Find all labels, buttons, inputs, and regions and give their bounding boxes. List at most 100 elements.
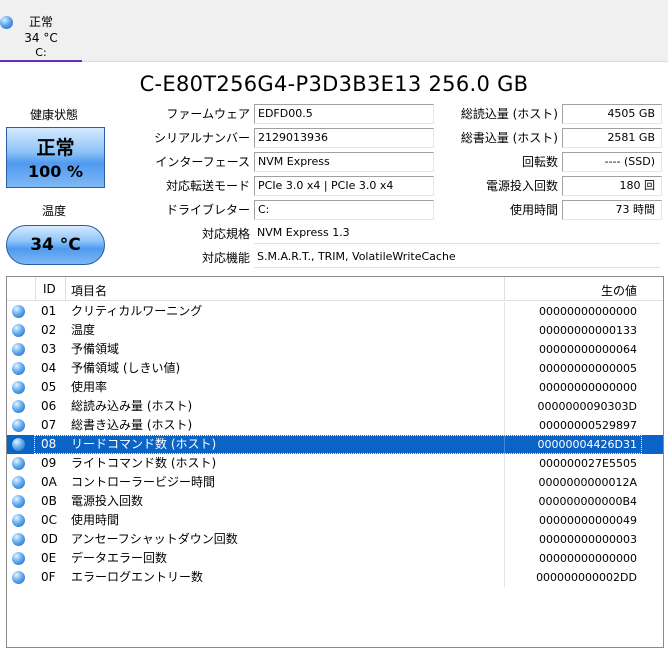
table-row[interactable]: 0F エラーログエントリー数 000000000002DD <box>7 568 663 587</box>
drive-tab-temperature: 34 °C <box>24 31 58 45</box>
interface-value: NVM Express <box>254 152 434 172</box>
interface-label: インターフェース <box>155 155 250 169</box>
drive-letter-value: C: <box>254 200 434 220</box>
row-id: 08 <box>41 437 57 451</box>
table-row[interactable]: 01 クリティカルワーニング 00000000000000 <box>7 302 663 321</box>
row-raw-value: 00000000000000 <box>539 305 637 318</box>
column-header-name[interactable]: 項目名 <box>71 282 107 299</box>
active-tab-indicator <box>0 60 82 62</box>
row-divider <box>504 359 505 378</box>
row-raw-value: 00000004426D31 <box>537 438 637 451</box>
row-divider <box>504 321 505 340</box>
health-status-text: 正常 <box>36 137 75 159</box>
status-dot-icon <box>12 419 25 432</box>
rotation-value: ---- (SSD) <box>562 152 662 172</box>
row-name: ライトコマンド数 (ホスト) <box>71 456 217 470</box>
column-divider <box>35 277 36 301</box>
transfer-mode-label: 対応転送モード <box>165 179 250 193</box>
table-row[interactable]: 0E データエラー回数 00000000000000 <box>7 549 663 568</box>
power-on-count-label: 電源投入回数 <box>485 179 558 193</box>
smart-attribute-table[interactable]: ID 項目名 生の値 01 クリティカルワーニング 00000000000000… <box>6 276 664 648</box>
row-name: 使用時間 <box>71 513 120 527</box>
total-write-label: 総書込量 (ホスト) <box>460 131 558 145</box>
table-row[interactable]: 04 予備領域 (しきい値) 00000000000005 <box>7 359 663 378</box>
column-divider <box>65 277 66 301</box>
health-percent: 100 % <box>28 162 83 181</box>
total-read-label: 総読込量 (ホスト) <box>460 107 558 121</box>
row-id: 06 <box>41 399 57 413</box>
health-status-button[interactable]: 正常 100 % <box>6 127 105 188</box>
status-dot-icon <box>12 362 25 375</box>
row-id: 0C <box>41 513 58 527</box>
row-raw-value: 000000000002DD <box>536 571 637 584</box>
temperature-value[interactable]: 34 °C <box>6 225 105 265</box>
status-dot-icon <box>12 552 25 565</box>
row-divider <box>504 416 505 435</box>
status-dot-icon <box>12 438 25 451</box>
row-id: 0B <box>41 494 57 508</box>
row-name: リードコマンド数 (ホスト) <box>71 437 217 451</box>
table-header: ID 項目名 生の値 <box>7 277 663 301</box>
standard-value: NVM Express 1.3 <box>254 224 660 244</box>
row-name: 予備領域 (しきい値) <box>71 361 181 375</box>
row-name: 総読み込み量 (ホスト) <box>71 399 193 413</box>
table-row[interactable]: 0A コントローラービジー時間 0000000000012A <box>7 473 663 492</box>
row-raw-value: 00000000529897 <box>539 419 637 432</box>
column-header-raw-value[interactable]: 生の値 <box>601 282 637 299</box>
row-id: 0D <box>41 532 58 546</box>
row-divider <box>504 454 505 473</box>
row-raw-value: 0000000090303D <box>537 400 637 413</box>
drive-tab-status: 正常 <box>28 15 53 29</box>
table-row[interactable]: 06 総読み込み量 (ホスト) 0000000090303D <box>7 397 663 416</box>
drive-tab-bar: 正常 34 °C C: <box>0 0 668 62</box>
status-dot-icon <box>12 400 25 413</box>
table-row[interactable]: 0B 電源投入回数 000000000000B4 <box>7 492 663 511</box>
features-label: 対応機能 <box>201 251 250 265</box>
row-divider <box>504 492 505 511</box>
row-id: 09 <box>41 456 57 470</box>
transfer-mode-value: PCIe 3.0 x4 | PCIe 3.0 x4 <box>254 176 434 196</box>
table-row[interactable]: 0C 使用時間 00000000000049 <box>7 511 663 530</box>
status-dot-icon <box>12 381 25 394</box>
row-raw-value: 000000000000B4 <box>538 495 637 508</box>
row-divider <box>504 397 505 416</box>
row-id: 05 <box>41 380 57 394</box>
table-row-selected[interactable]: 08 リードコマンド数 (ホスト) 00000004426D31 <box>7 435 663 454</box>
table-row[interactable]: 07 総書き込み量 (ホスト) 00000000529897 <box>7 416 663 435</box>
row-raw-value: 00000000000064 <box>539 343 637 356</box>
standard-label: 対応規格 <box>201 227 250 241</box>
power-on-hours-label: 使用時間 <box>509 203 558 217</box>
row-raw-value: 00000000000003 <box>539 533 637 546</box>
row-name: 温度 <box>71 323 96 337</box>
row-raw-value: 00000000000049 <box>539 514 637 527</box>
power-on-hours-value: 73 時間 <box>562 200 662 220</box>
row-divider <box>504 568 505 587</box>
row-raw-value: 00000000000005 <box>539 362 637 375</box>
status-dot-icon <box>12 495 25 508</box>
status-dot-icon <box>12 514 25 527</box>
row-id: 03 <box>41 342 57 356</box>
row-divider <box>504 378 505 397</box>
row-id: 07 <box>41 418 57 432</box>
total-write-value: 2581 GB <box>562 128 662 148</box>
temperature-label: 温度 <box>41 204 66 218</box>
row-name: アンセーフシャットダウン回数 <box>71 532 238 546</box>
table-row[interactable]: 09 ライトコマンド数 (ホスト) 000000027E5505 <box>7 454 663 473</box>
row-id: 04 <box>41 361 57 375</box>
serial-value: 2129013936 <box>254 128 434 148</box>
serial-label: シリアルナンバー <box>154 131 250 145</box>
row-name: エラーログエントリー数 <box>71 570 204 584</box>
status-dot-icon <box>12 343 25 356</box>
row-divider <box>504 511 505 530</box>
table-row[interactable]: 02 温度 00000000000133 <box>7 321 663 340</box>
column-header-id[interactable]: ID <box>43 282 56 296</box>
drive-title: C-E80T256G4-P3D3B3E13 256.0 GB <box>139 72 529 96</box>
row-divider <box>504 473 505 492</box>
table-row[interactable]: 05 使用率 00000000000000 <box>7 378 663 397</box>
row-raw-value: 000000027E5505 <box>539 457 637 470</box>
table-row[interactable]: 03 予備領域 00000000000064 <box>7 340 663 359</box>
row-raw-value: 00000000000000 <box>539 381 637 394</box>
row-divider <box>504 549 505 568</box>
table-row[interactable]: 0D アンセーフシャットダウン回数 00000000000003 <box>7 530 663 549</box>
drive-tab-c[interactable]: 正常 34 °C C: <box>0 10 82 62</box>
